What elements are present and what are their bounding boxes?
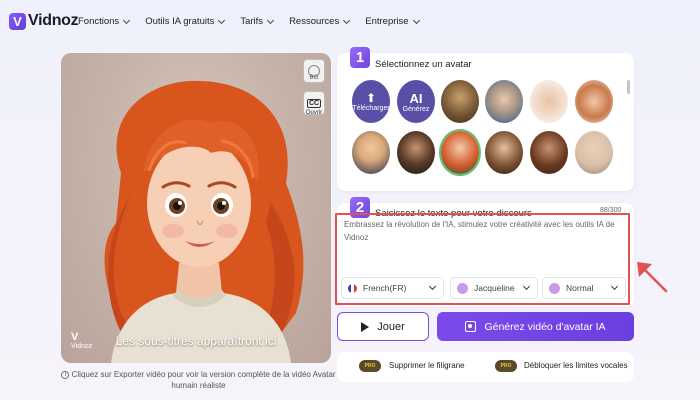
step1-title: Sélectionnez un avatar <box>375 59 472 70</box>
brand-logo[interactable]: V Vidnoz <box>9 12 79 30</box>
upload-icon: ⬆ <box>365 91 377 105</box>
vidnoz-logo-icon: V <box>9 12 26 30</box>
highlight-box <box>335 213 630 305</box>
chevron-down-icon <box>343 16 351 24</box>
chevron-down-icon <box>412 16 420 24</box>
menu-tarifs[interactable]: Tarifs <box>240 16 275 27</box>
unlock-voice-link[interactable]: Débloquer les limites vocales <box>524 361 628 370</box>
generate-video-button[interactable]: Générez vidéo d'avatar IA <box>437 312 634 341</box>
avatar-thumbnail[interactable] <box>485 80 523 123</box>
avatar-thumbnail[interactable] <box>352 131 390 174</box>
menu-ressources[interactable]: Ressources <box>289 16 351 27</box>
upload-avatar-button[interactable]: ⬆ Télécharger <box>352 80 390 123</box>
avatar-thumbnail[interactable] <box>530 80 568 123</box>
subtitles-open-label: Ouvrir <box>305 110 323 116</box>
cc-icon: CC <box>306 98 322 108</box>
avatar-thumbnail[interactable] <box>397 131 435 174</box>
menu-entreprise[interactable]: Entreprise <box>365 16 420 27</box>
avatar-preview: BG CC Ouvrir V Vidnoz Les sous-titres app… <box>61 53 331 363</box>
chevron-down-icon <box>267 16 275 24</box>
pro-features-bar: PRO Supprimer le filigrane PRO Débloquer… <box>337 352 634 382</box>
main-menu: Fonctions Outils IA gratuits Tarifs Ress… <box>78 16 420 27</box>
export-hint: i Cliquez sur Exporter vidéo pour voir l… <box>61 369 336 391</box>
pro-badge: PRO <box>495 360 517 372</box>
step-number-1: 1 <box>350 47 370 68</box>
ai-icon: AI <box>409 90 423 106</box>
info-icon: i <box>61 370 70 379</box>
red-arrow-icon <box>637 262 668 293</box>
menu-outils[interactable]: Outils IA gratuits <box>145 16 226 27</box>
subtitle-placeholder: Les sous-titres apparaîtront ici <box>115 334 277 348</box>
avatar-list-scrollbar[interactable] <box>627 80 630 94</box>
generate-ai-avatar-button[interactable]: AI Générez <box>397 80 435 123</box>
avatar-illustration <box>104 80 304 363</box>
avatar-thumbnail[interactable] <box>575 80 613 123</box>
menu-fonctions[interactable]: Fonctions <box>78 16 131 27</box>
capture-icon <box>465 321 477 332</box>
chevron-down-icon <box>123 16 131 24</box>
pro-badge: PRO <box>359 360 381 372</box>
background-label: BG <box>309 75 319 81</box>
play-button[interactable]: Jouer <box>337 312 429 341</box>
avatar-thumbnail[interactable] <box>485 131 523 174</box>
play-icon <box>361 321 370 332</box>
brand-name: Vidnoz <box>28 12 79 29</box>
avatar-thumbnail-selected[interactable] <box>439 129 481 176</box>
chevron-down-icon <box>218 16 226 24</box>
top-nav: V Vidnoz Fonctions Outils IA gratuits Ta… <box>0 0 700 44</box>
avatar-thumbnail[interactable] <box>575 131 613 174</box>
remove-watermark-link[interactable]: Supprimer le filigrane <box>389 361 465 370</box>
avatar-thumbnail[interactable] <box>530 131 568 174</box>
avatar-thumbnail[interactable] <box>441 80 479 123</box>
